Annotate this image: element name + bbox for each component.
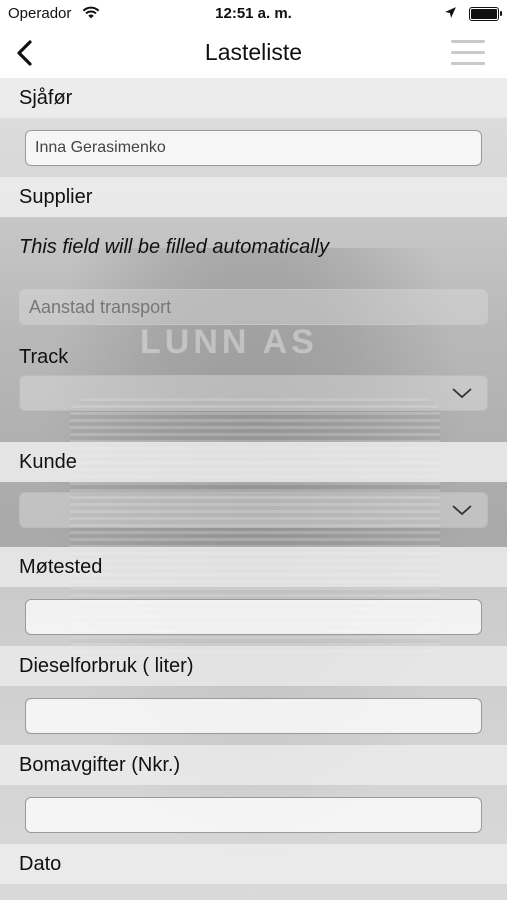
driver-field-row — [0, 118, 507, 177]
chevron-down-icon — [452, 388, 472, 399]
date-label: Dato — [0, 844, 507, 884]
track-label: Track — [19, 346, 69, 368]
navigation-bar: Lasteliste — [0, 28, 507, 78]
customer-select[interactable] — [19, 492, 488, 528]
status-bar: Operador 12:51 a. m. — [0, 0, 507, 28]
date-field-row — [0, 884, 507, 900]
meeting-place-label: Møtested — [0, 547, 507, 587]
hamburger-menu-icon[interactable] — [451, 40, 485, 66]
supplier-field-row — [0, 277, 507, 336]
toll-fees-field-row — [0, 785, 507, 844]
meeting-place-field-row — [0, 587, 507, 646]
diesel-field-row — [0, 686, 507, 745]
diesel-consumption-label: Dieselforbruk ( liter) — [0, 646, 507, 686]
location-arrow-icon — [445, 7, 456, 18]
page-title: Lasteliste — [204, 39, 303, 65]
chevron-down-icon — [452, 505, 472, 516]
driver-input[interactable] — [25, 130, 482, 166]
toll-fees-label: Bomavgifter (Nkr.) — [0, 745, 507, 785]
diesel-consumption-input[interactable] — [25, 698, 482, 734]
supplier-label: Supplier — [0, 177, 507, 217]
toll-fees-input[interactable] — [25, 797, 482, 833]
track-select[interactable] — [19, 375, 488, 411]
battery-icon — [469, 7, 502, 21]
supplier-autofill-note: This field will be filled automatically — [19, 236, 330, 258]
meeting-place-input[interactable] — [25, 599, 482, 635]
clock-time: 12:51 a. m. — [215, 5, 292, 22]
supplier-input — [19, 289, 488, 325]
customer-label: Kunde — [0, 442, 507, 482]
driver-label: Sjåfør — [0, 78, 507, 118]
